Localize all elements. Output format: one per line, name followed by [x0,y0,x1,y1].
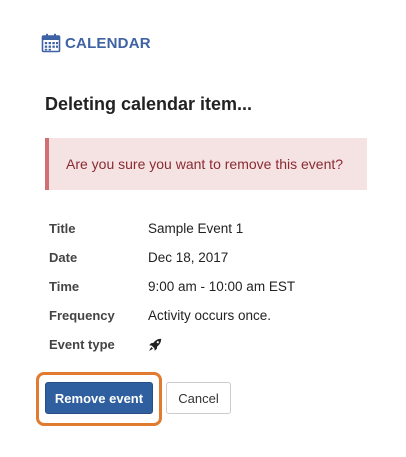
page-title: Deleting calendar item... [45,94,253,114]
detail-label-date: Date [49,250,78,265]
detail-label-frequency: Frequency [49,308,115,323]
detail-row-date: Date Dec 18, 2017 [49,243,295,272]
detail-value-date: Dec 18, 2017 [148,250,229,265]
calendar-icon [41,33,61,53]
confirmation-alert: Are you sure you want to remove this eve… [45,138,367,190]
detail-row-frequency: Frequency Activity occurs once. [49,301,295,330]
detail-value-title: Sample Event 1 [148,221,244,236]
alert-message: Are you sure you want to remove this eve… [66,156,344,172]
detail-value-frequency: Activity occurs once. [148,308,272,323]
detail-label-time: Time [49,279,80,294]
tool-title: CALENDAR [65,34,151,52]
remove-event-button[interactable]: Remove event [45,382,153,414]
detail-label-event-type: Event type [49,337,115,352]
detail-row-event-type: Event type [49,330,295,359]
rocket-icon [148,338,162,352]
detail-row-time: Time 9:00 am - 10:00 am EST [49,272,295,301]
cancel-button[interactable]: Cancel [166,382,231,414]
event-details: Title Sample Event 1 Date Dec 18, 2017 T… [49,214,295,359]
detail-label-title: Title [49,221,76,236]
detail-value-time: 9:00 am - 10:00 am EST [148,279,296,294]
detail-row-title: Title Sample Event 1 [49,214,295,243]
tool-header: CALENDAR [41,33,151,53]
